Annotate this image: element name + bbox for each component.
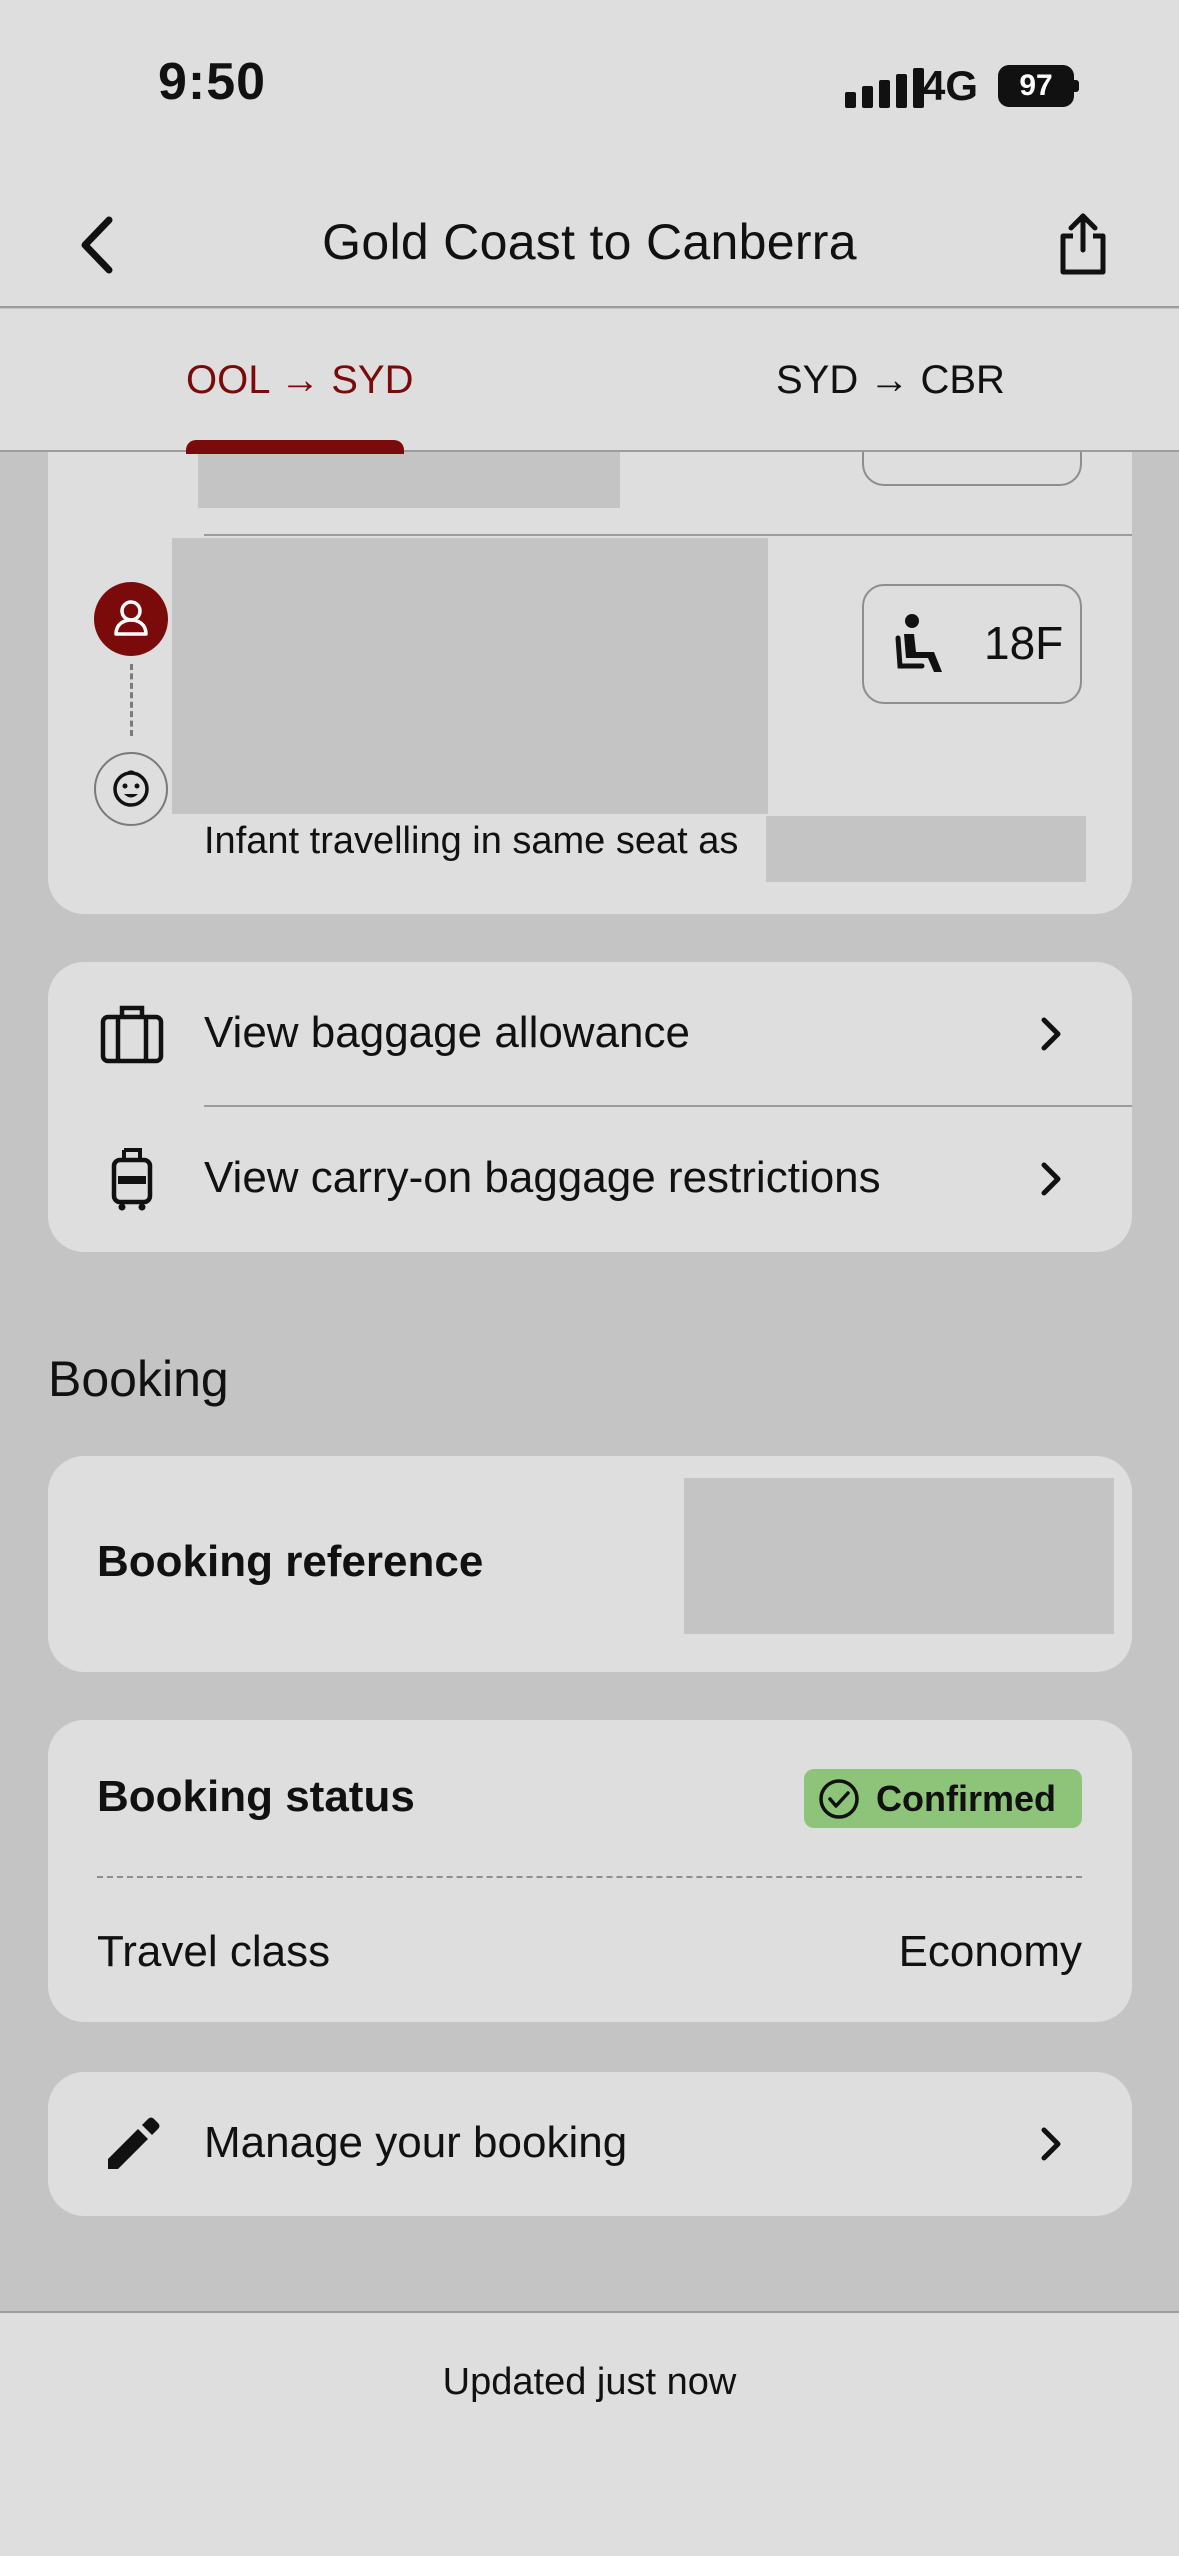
chevron-right-icon [1036, 1159, 1066, 1199]
status-divider [97, 1876, 1082, 1878]
network-type: 4G [922, 62, 979, 109]
signal-icon [845, 68, 924, 108]
seat-number: 18F [984, 617, 1064, 669]
updated-status: Updated just now [442, 2361, 737, 2403]
travel-class-label: Travel class [97, 1927, 331, 1976]
tab-syd-cbr[interactable]: SYD → CBR [776, 358, 1005, 403]
share-button[interactable] [1055, 210, 1111, 276]
carry-on-bag-icon [110, 1146, 154, 1217]
check-circle-icon [817, 1777, 861, 1826]
manage-booking-label: Manage your booking [204, 2118, 628, 2167]
adult-passenger-icon [94, 582, 168, 656]
chevron-right-icon [1036, 2124, 1066, 2164]
footer-bar [0, 2311, 1179, 2556]
suitcase-icon [100, 1003, 164, 1070]
carry-on-restrictions-label: View carry-on baggage restrictions [204, 1153, 881, 1202]
pencil-icon [102, 2115, 162, 2180]
infant-note: Infant travelling in same seat as [204, 820, 739, 862]
booking-heading: Booking [48, 1351, 229, 1407]
redacted-booking-reference [684, 1478, 1114, 1634]
booking-status-label: Booking status [97, 1772, 415, 1821]
passenger-divider [204, 534, 1132, 536]
battery-tip [1074, 80, 1079, 92]
share-icon [1060, 213, 1106, 275]
redacted-infant-seat-name [766, 816, 1086, 882]
infant-passenger-icon [94, 752, 168, 826]
booking-reference-label: Booking reference [97, 1537, 484, 1586]
redacted-passenger-name-1 [198, 452, 620, 508]
status-value: Confirmed [876, 1778, 1056, 1819]
active-tab-indicator [186, 440, 404, 454]
travel-class-value: Economy [898, 1927, 1082, 1976]
chevron-right-icon [1036, 1014, 1066, 1054]
page-title: Gold Coast to Canberra [322, 214, 857, 270]
passenger-link-line [130, 664, 133, 736]
status-time: 9:50 [158, 53, 267, 111]
redacted-passenger-name-2 [172, 538, 768, 814]
baggage-allowance-label: View baggage allowance [204, 1008, 690, 1057]
battery-icon: 97 [998, 65, 1074, 107]
seat-icon [894, 612, 950, 681]
tab-ool-syd[interactable]: OOL → SYD [186, 358, 413, 403]
